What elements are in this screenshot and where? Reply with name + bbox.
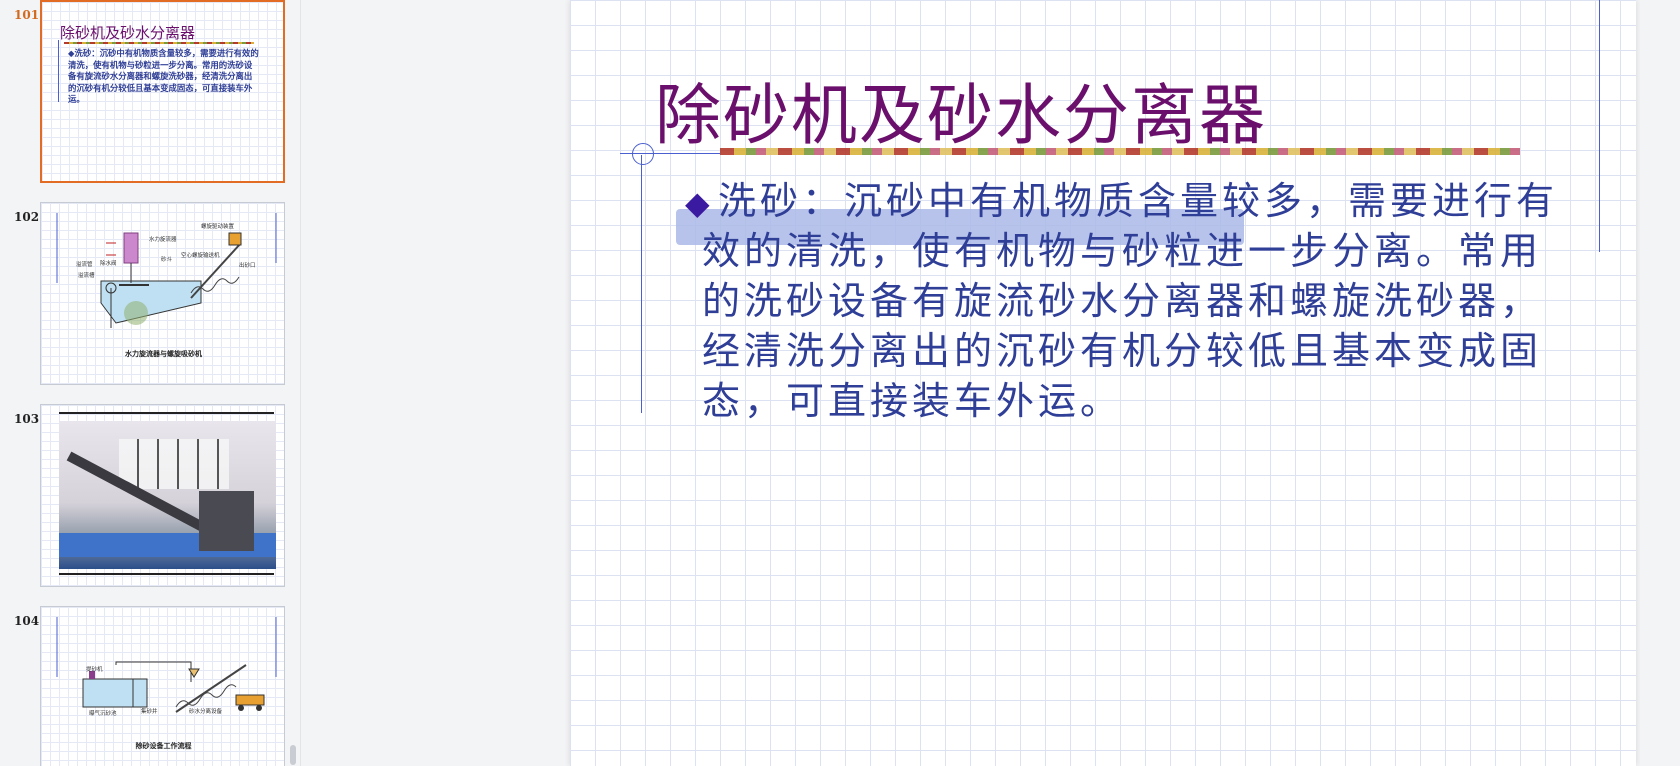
slide-thumbnail-104[interactable]: 提砂机 曝气沉砂池 集砂井 砂水分离设备 除砂设备工作流程 <box>40 606 285 766</box>
slide-number: 104 <box>14 614 40 628</box>
equipment-photo <box>59 421 276 569</box>
diagram-label: 提砂机 <box>86 667 103 673</box>
canvas-margin <box>1640 0 1680 766</box>
machine-tank <box>199 491 254 551</box>
photo-border-bottom <box>59 573 274 575</box>
diagram-caption: 除砂设备工作流程 <box>135 742 192 750</box>
slide-thumbnail-103[interactable] <box>40 404 285 587</box>
diagram-label: 砂斗 <box>161 257 173 263</box>
thumbnail-body: ◆洗砂：沉砂中有机物质含量较多，需要进行有效的清洗，使有机物与砂粒进一步分离。常… <box>68 48 259 104</box>
slide-number: 101 <box>14 8 40 22</box>
diagram-caption: 水力旋流器与螺旋吸砂机 <box>125 350 202 358</box>
photo-border-top <box>59 412 274 414</box>
slide-number: 103 <box>14 412 40 426</box>
diagram-label: 空心螺旋输送机 <box>181 253 220 259</box>
title-circle-ornament <box>632 143 654 165</box>
diagram-label: 出砂口 <box>239 263 256 269</box>
bullet-text-body[interactable]: 洗砂：沉砂中有机物质含量较多，需要进行有效的清洗，使有机物与砂粒进一步分离。常用… <box>702 176 1562 426</box>
diagram-label: 溢流槽 <box>78 273 95 279</box>
thumbnail-title-deco <box>64 42 254 44</box>
slide-thumbnail-101[interactable]: 除砂机及砂水分离器 ◆洗砂：沉砂中有机物质含量较多，需要进行有效的清洗，使有机物… <box>40 0 285 183</box>
diagram-label: 水力旋流器 <box>149 237 177 243</box>
slide-number: 102 <box>14 210 40 224</box>
title-decoration-strip <box>720 148 1520 155</box>
diagram-label: 溢流管 <box>76 262 93 268</box>
diagram-label: 螺旋驱动装置 <box>201 224 235 230</box>
slide-canvas[interactable]: 除砂机及砂水分离器 ◆ 洗砂：沉砂中有机物质含量较多，需要进行有效的清洗，使有机… <box>570 0 1636 766</box>
slide-title[interactable]: 除砂机及砂水分离器 <box>655 62 1267 158</box>
diagram-label: 砂水分离设备 <box>189 709 223 715</box>
thumbnail-guide-vline <box>58 40 59 102</box>
thumbnail-scrollbar[interactable] <box>290 745 296 765</box>
guide-line-right <box>1599 0 1600 252</box>
thumbnail-title: 除砂机及砂水分离器 <box>60 24 196 42</box>
diagram-label: 集砂井 <box>141 709 158 715</box>
diagram-label: 除水阀 <box>100 261 117 267</box>
window-panel <box>119 439 229 489</box>
guide-line-left <box>641 155 642 413</box>
slide-thumbnail-102[interactable]: 水力旋流器 螺旋驱动装置 溢流管 除水阀 砂斗 溢流槽 空心螺旋输送机 出砂口 … <box>40 202 285 385</box>
diagram-label: 曝气沉砂池 <box>89 711 117 717</box>
slide-thumbnail-pane[interactable]: 101 除砂机及砂水分离器 ◆洗砂：沉砂中有机物质含量较多，需要进行有效的清洗，… <box>0 0 301 766</box>
